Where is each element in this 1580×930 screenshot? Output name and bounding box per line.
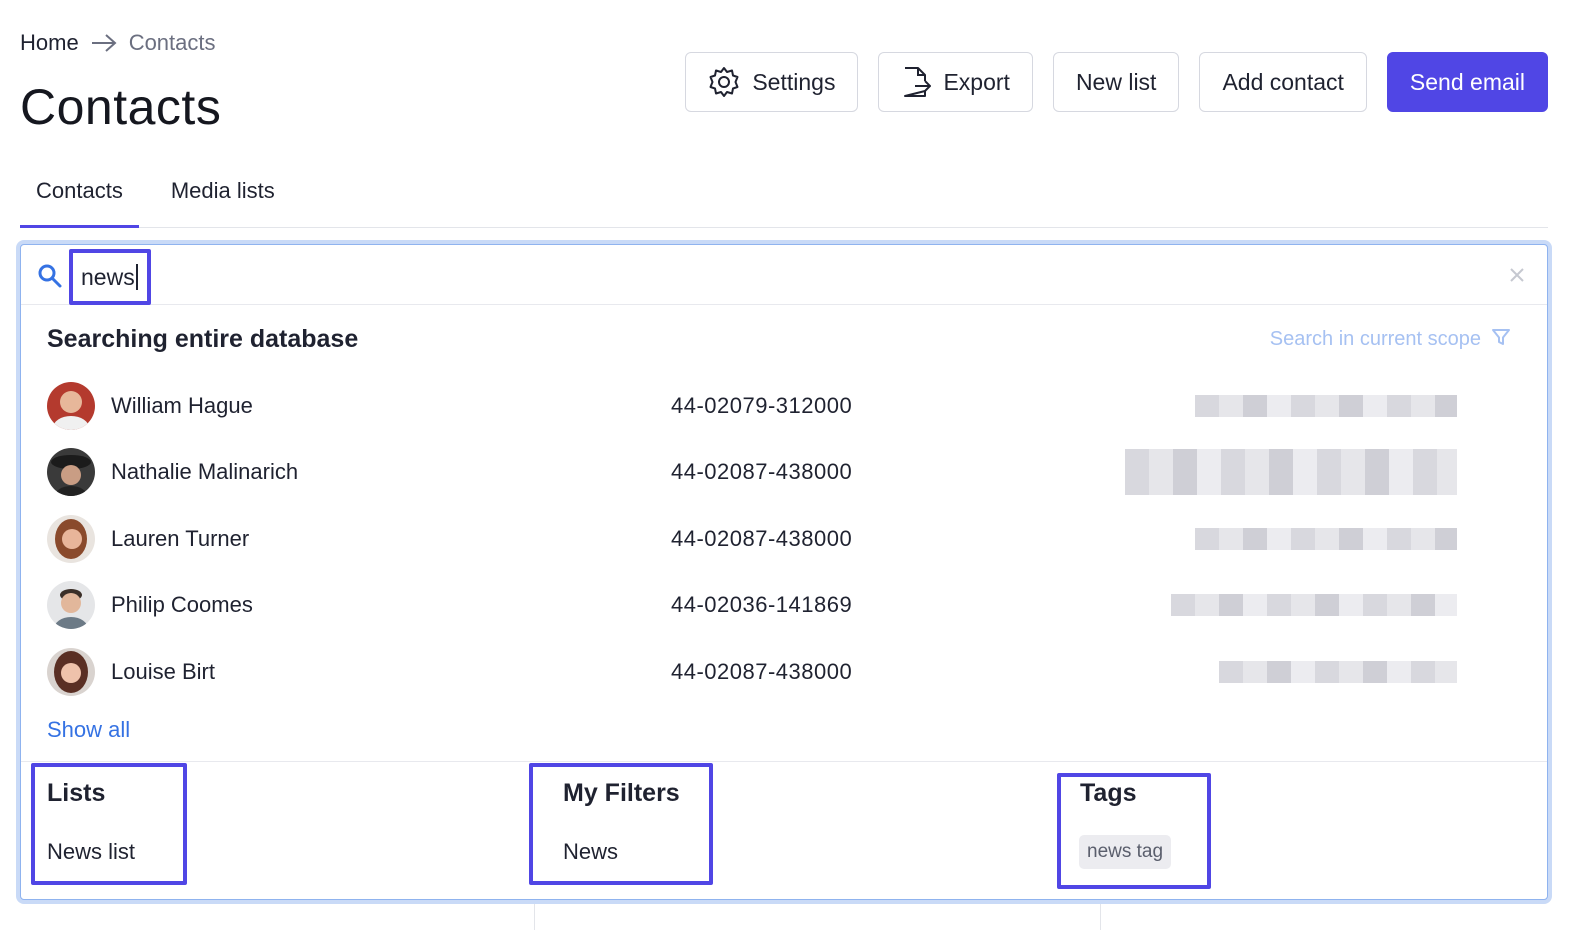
- search-scope-link[interactable]: Search in current scope: [1270, 327, 1511, 353]
- contact-name: Philip Coomes: [111, 592, 253, 617]
- avatar: [47, 648, 95, 696]
- page-title: Contacts: [20, 79, 222, 135]
- filter-item[interactable]: News: [563, 839, 618, 865]
- contact-name: William Hague: [111, 393, 253, 418]
- contact-row[interactable]: Lauren Turner 44-02087-438000: [47, 514, 1457, 564]
- search-dropdown-panel: news Searching entire database Search in…: [20, 244, 1548, 900]
- contact-phone: 44-02079-312000: [671, 393, 853, 418]
- settings-button[interactable]: Settings: [685, 52, 859, 112]
- contact-phone: 44-02087-438000: [671, 659, 853, 684]
- export-button[interactable]: Export: [878, 52, 1033, 112]
- breadcrumb-home-link[interactable]: Home: [20, 30, 79, 56]
- breadcrumb: Home Contacts: [20, 30, 216, 56]
- results-header: Searching entire database Search in curr…: [47, 325, 1511, 354]
- contact-name: Lauren Turner: [111, 526, 250, 551]
- toolbar: Settings Export New list Add contact Sen…: [685, 52, 1548, 112]
- filters-heading: My Filters: [563, 779, 680, 807]
- redacted-email: [1195, 514, 1457, 564]
- contact-name: Nathalie Malinarich: [111, 459, 299, 484]
- search-input[interactable]: news: [69, 249, 151, 305]
- results-title: Searching entire database: [47, 325, 359, 353]
- redacted-email: [1219, 647, 1457, 697]
- filter-icon: [1491, 327, 1511, 353]
- settings-button-label: Settings: [752, 68, 836, 95]
- arrow-right-icon: [91, 33, 117, 53]
- contact-name: Louise Birt: [111, 659, 215, 684]
- tags-heading: Tags: [1080, 779, 1137, 807]
- export-button-label: Export: [943, 68, 1010, 95]
- new-list-button[interactable]: New list: [1052, 52, 1180, 112]
- tab-bar: Contacts Media lists: [20, 160, 1548, 228]
- lists-heading: Lists: [47, 779, 106, 807]
- contact-row[interactable]: William Hague 44-02079-312000: [47, 381, 1457, 431]
- contact-row[interactable]: Philip Coomes 44-02036-141869: [47, 580, 1457, 630]
- contact-row[interactable]: Louise Birt 44-02087-438000: [47, 647, 1457, 697]
- search-icon: [37, 263, 63, 294]
- tab-contacts[interactable]: Contacts: [20, 160, 139, 228]
- contact-row[interactable]: Nathalie Malinarich 44-02087-438000: [47, 447, 1457, 497]
- search-bar: news: [21, 245, 1547, 305]
- close-icon[interactable]: [1509, 267, 1525, 288]
- avatar: [47, 382, 95, 430]
- redacted-email: [1195, 381, 1457, 431]
- search-input-value: news: [81, 264, 138, 290]
- export-file-icon: [901, 65, 932, 99]
- redacted-email: [1125, 447, 1457, 497]
- contact-phone: 44-02087-438000: [671, 459, 853, 484]
- avatar: [47, 448, 95, 496]
- tab-media-lists[interactable]: Media lists: [155, 160, 291, 227]
- send-email-button[interactable]: Send email: [1386, 52, 1548, 112]
- avatar: [47, 515, 95, 563]
- contact-phone: 44-02036-141869: [671, 592, 853, 617]
- contact-phone: 44-02087-438000: [671, 526, 853, 551]
- tag-chip[interactable]: news tag: [1079, 835, 1172, 869]
- avatar: [47, 581, 95, 629]
- list-item[interactable]: News list: [47, 839, 135, 865]
- section-divider: [21, 761, 1547, 762]
- redacted-email: [1171, 580, 1457, 630]
- show-all-link[interactable]: Show all: [47, 717, 130, 743]
- breadcrumb-current: Contacts: [128, 30, 216, 55]
- add-contact-button[interactable]: Add contact: [1199, 52, 1367, 112]
- search-scope-label: Search in current scope: [1269, 328, 1481, 350]
- gear-icon: [708, 66, 740, 98]
